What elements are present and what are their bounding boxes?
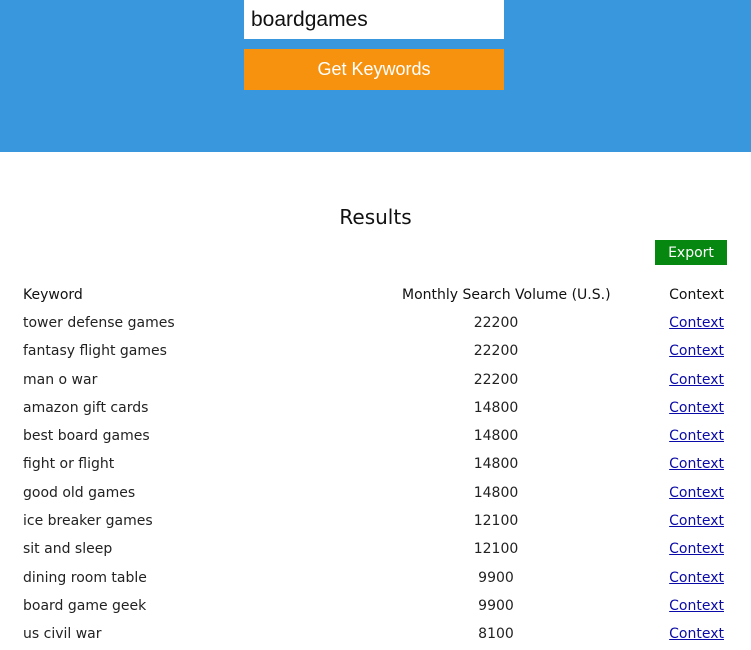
- keyword-cell: us civil war: [23, 626, 102, 643]
- keyword-search-input[interactable]: [244, 0, 504, 39]
- context-link[interactable]: Context: [669, 513, 724, 529]
- column-header-context: Context: [669, 287, 724, 303]
- context-link[interactable]: Context: [669, 485, 724, 501]
- context-link[interactable]: Context: [669, 598, 724, 614]
- context-link[interactable]: Context: [669, 315, 724, 331]
- context-link[interactable]: Context: [669, 626, 724, 642]
- column-header-volume: Monthly Search Volume (U.S.): [402, 287, 611, 303]
- volume-cell: 22200: [473, 371, 519, 388]
- volume-cell: 12100: [473, 513, 519, 530]
- results-heading: Results: [339, 205, 412, 229]
- volume-cell: 9900: [478, 569, 514, 586]
- context-link[interactable]: Context: [669, 428, 724, 444]
- table-row: ice breaker games 12100 Context: [0, 508, 751, 536]
- volume-cell: 12100: [473, 541, 519, 558]
- volume-cell: 8100: [478, 626, 514, 643]
- volume-cell: 9900: [478, 597, 514, 614]
- keyword-cell: amazon gift cards: [23, 399, 149, 416]
- table-row: dining room table 9900 Context: [0, 565, 751, 593]
- volume-cell: 14800: [473, 456, 519, 473]
- volume-cell: 22200: [473, 343, 519, 360]
- get-keywords-button[interactable]: Get Keywords: [244, 49, 504, 90]
- export-button[interactable]: Export: [655, 240, 727, 265]
- table-row: amazon gift cards 14800 Context: [0, 395, 751, 423]
- context-link[interactable]: Context: [669, 400, 724, 416]
- table-row: best board games 14800 Context: [0, 423, 751, 451]
- keyword-cell: fight or flight: [23, 456, 115, 473]
- table-row: fight or flight 14800 Context: [0, 451, 751, 479]
- volume-cell: 14800: [473, 484, 519, 501]
- keyword-cell: tower defense games: [23, 315, 175, 331]
- context-link[interactable]: Context: [669, 343, 724, 359]
- keyword-cell: good old games: [23, 484, 136, 501]
- volume-cell: 14800: [473, 428, 519, 445]
- context-link[interactable]: Context: [669, 541, 724, 557]
- keyword-cell: ice breaker games: [23, 513, 153, 530]
- column-header-keyword: Keyword: [23, 287, 83, 303]
- context-link[interactable]: Context: [669, 456, 724, 472]
- keyword-cell: board game geek: [23, 597, 147, 614]
- context-link[interactable]: Context: [669, 372, 724, 388]
- table-row: us civil war 8100 Context: [0, 621, 751, 649]
- results-table-header: Keyword Monthly Search Volume (U.S.) Con…: [0, 283, 751, 309]
- keyword-cell: fantasy flight games: [23, 343, 167, 360]
- table-row: sit and sleep 12100 Context: [0, 536, 751, 564]
- table-row: good old games 14800 Context: [0, 480, 751, 508]
- keyword-cell: best board games: [23, 428, 150, 445]
- hero-banner: Get Keywords: [0, 0, 751, 152]
- volume-cell: 22200: [473, 315, 519, 331]
- keyword-cell: dining room table: [23, 569, 147, 586]
- context-link[interactable]: Context: [669, 570, 724, 586]
- table-row: tower defense games 22200 Context: [0, 310, 751, 338]
- keyword-cell: sit and sleep: [23, 541, 113, 558]
- volume-cell: 14800: [473, 399, 519, 416]
- results-table-body: tower defense games 22200 Context fantas…: [0, 310, 751, 650]
- table-row: man o war 22200 Context: [0, 367, 751, 395]
- table-row: fantasy flight games 22200 Context: [0, 338, 751, 366]
- table-row: board game geek 9900 Context: [0, 593, 751, 621]
- keyword-cell: man o war: [23, 371, 98, 388]
